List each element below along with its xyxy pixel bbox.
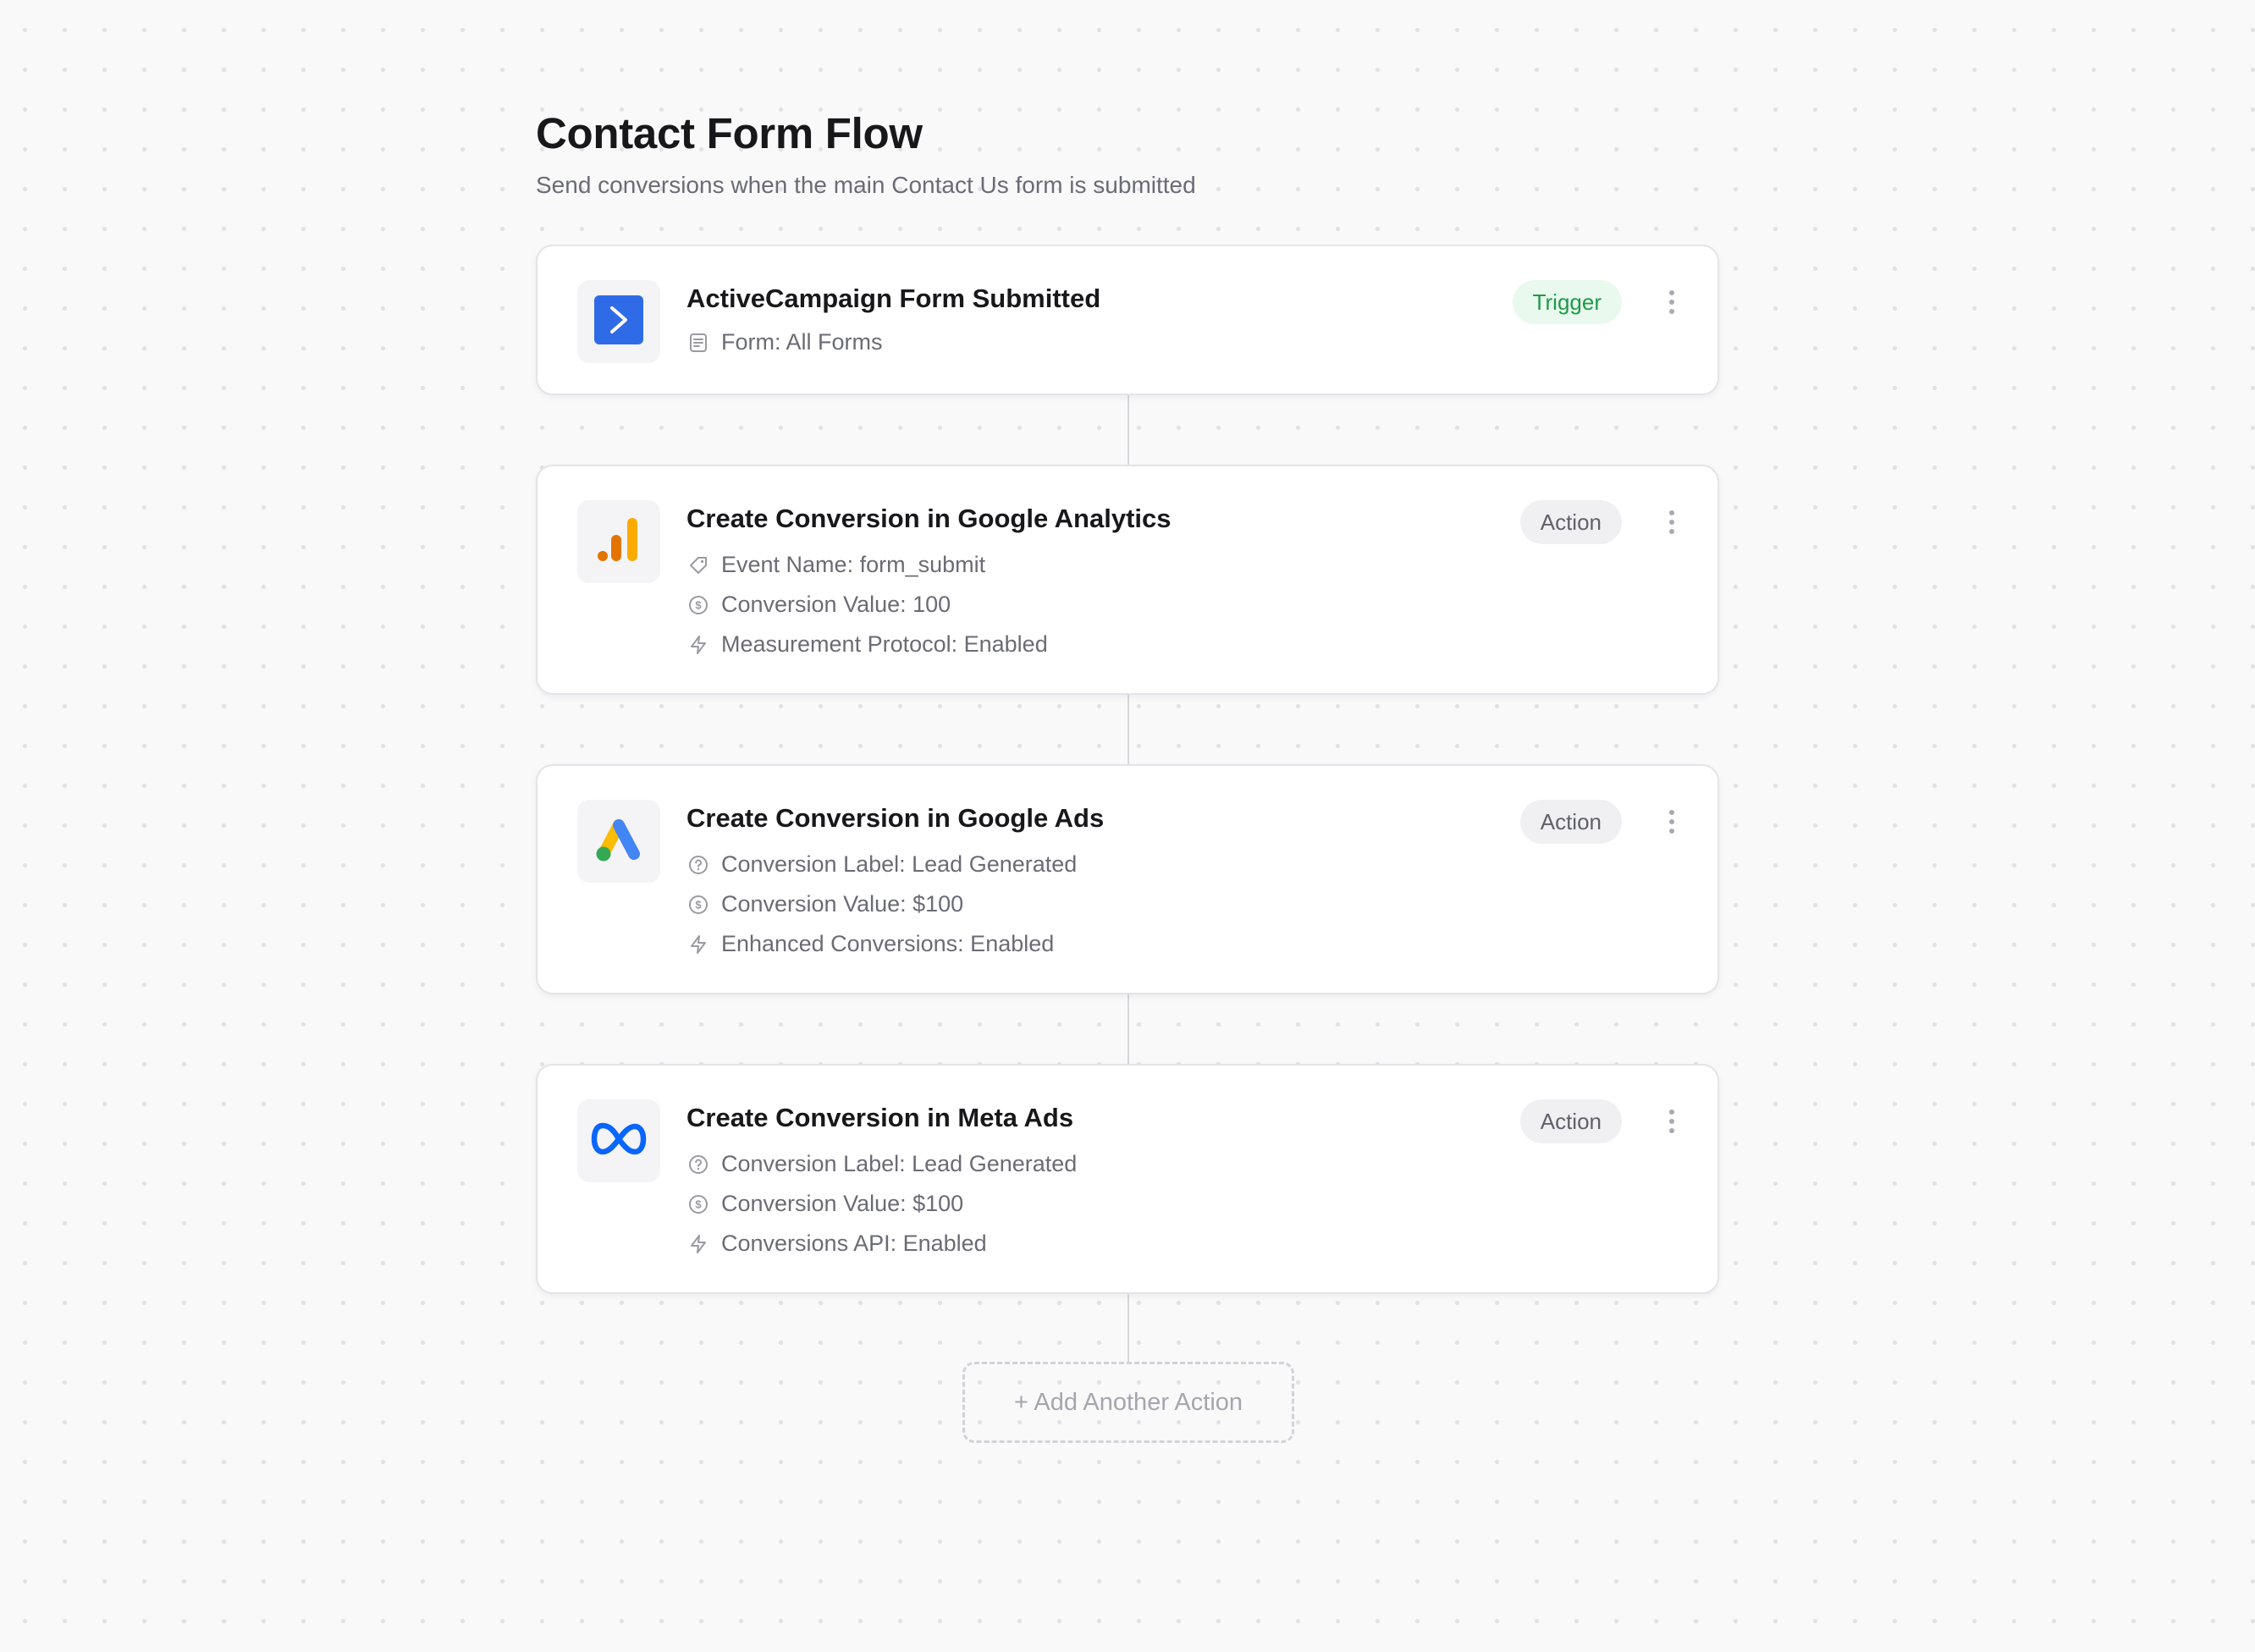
tag-icon (686, 553, 710, 577)
action-card-google-analytics[interactable]: Create Conversion in Google Analytics Ev… (536, 465, 1719, 695)
flow-connector (1128, 994, 1129, 1064)
trigger-card[interactable]: ActiveCampaign Form Submitted Form: All … (536, 245, 1719, 395)
trigger-badge: Trigger (1512, 280, 1622, 324)
lightning-icon (686, 633, 710, 657)
step-detail: Form: All Forms (686, 329, 883, 355)
add-another-action-button[interactable]: + Add Another Action (962, 1362, 1294, 1443)
action-card-google-ads[interactable]: Create Conversion in Google Ads Conversi… (536, 764, 1719, 994)
google-analytics-icon (596, 516, 642, 568)
step-title: Create Conversion in Google Ads (686, 803, 1105, 833)
detail-text: Event Name: form_submit (721, 552, 986, 577)
step-detail: Conversion Label: Lead Generated (686, 851, 1077, 878)
detail-text: Conversions API: Enabled (721, 1231, 987, 1256)
detail-text: Conversion Value: $100 (721, 1191, 964, 1216)
step-detail: Measurement Protocol: Enabled (686, 631, 1048, 658)
step-detail: Enhanced Conversions: Enabled (686, 931, 1054, 957)
google-ads-icon (593, 815, 645, 868)
flow-connector (1128, 695, 1129, 764)
action-badge: Action (1519, 500, 1622, 544)
app-icon-box (577, 1099, 660, 1182)
more-options-icon[interactable] (1662, 280, 1682, 324)
detail-text: Measurement Protocol: Enabled (721, 631, 1048, 657)
step-detail: $ Conversion Value: $100 (686, 1191, 963, 1217)
dollar-circle-icon: $ (686, 893, 710, 917)
step-detail: Conversion Label: Lead Generated (686, 1151, 1077, 1177)
app-icon-box (577, 500, 660, 583)
detail-text: Enhanced Conversions: Enabled (721, 931, 1055, 956)
lightning-icon (686, 1232, 710, 1256)
step-detail: Conversions API: Enabled (686, 1231, 987, 1257)
question-circle-icon (686, 1153, 710, 1176)
step-title: ActiveCampaign Form Submitted (686, 284, 1101, 313)
question-circle-icon (686, 853, 710, 877)
svg-text:$: $ (695, 898, 702, 911)
detail-text: Conversion Label: Lead Generated (721, 1151, 1078, 1176)
more-options-icon[interactable] (1662, 800, 1682, 844)
page-title: Contact Form Flow (536, 109, 923, 157)
detail-text: Form: All Forms (721, 329, 883, 355)
action-badge: Action (1519, 800, 1622, 844)
flow-connector (1128, 395, 1129, 465)
detail-text: Conversion Label: Lead Generated (721, 851, 1078, 877)
step-detail: $ Conversion Value: 100 (686, 592, 951, 618)
flow-connector (1128, 1294, 1129, 1362)
lightning-icon (686, 933, 710, 956)
action-badge: Action (1519, 1099, 1622, 1143)
app-icon-box (577, 280, 660, 363)
step-detail: Event Name: form_submit (686, 552, 985, 578)
svg-text:$: $ (695, 1198, 702, 1210)
more-options-icon[interactable] (1662, 500, 1682, 544)
page-subtitle: Send conversions when the main Contact U… (536, 172, 1196, 198)
form-icon (686, 331, 710, 355)
detail-text: Conversion Value: 100 (721, 592, 951, 617)
step-title: Create Conversion in Google Analytics (686, 504, 1172, 533)
step-title: Create Conversion in Meta Ads (686, 1103, 1074, 1132)
action-card-meta-ads[interactable]: Create Conversion in Meta Ads Conversion… (536, 1064, 1719, 1294)
more-options-icon[interactable] (1662, 1099, 1682, 1143)
meta-icon (591, 1122, 647, 1160)
activecampaign-icon (594, 295, 643, 349)
dollar-circle-icon: $ (686, 1192, 710, 1216)
svg-text:$: $ (695, 598, 702, 611)
dollar-circle-icon: $ (686, 593, 710, 617)
app-icon-box (577, 800, 660, 883)
detail-text: Conversion Value: $100 (721, 891, 964, 917)
step-detail: $ Conversion Value: $100 (686, 891, 963, 917)
